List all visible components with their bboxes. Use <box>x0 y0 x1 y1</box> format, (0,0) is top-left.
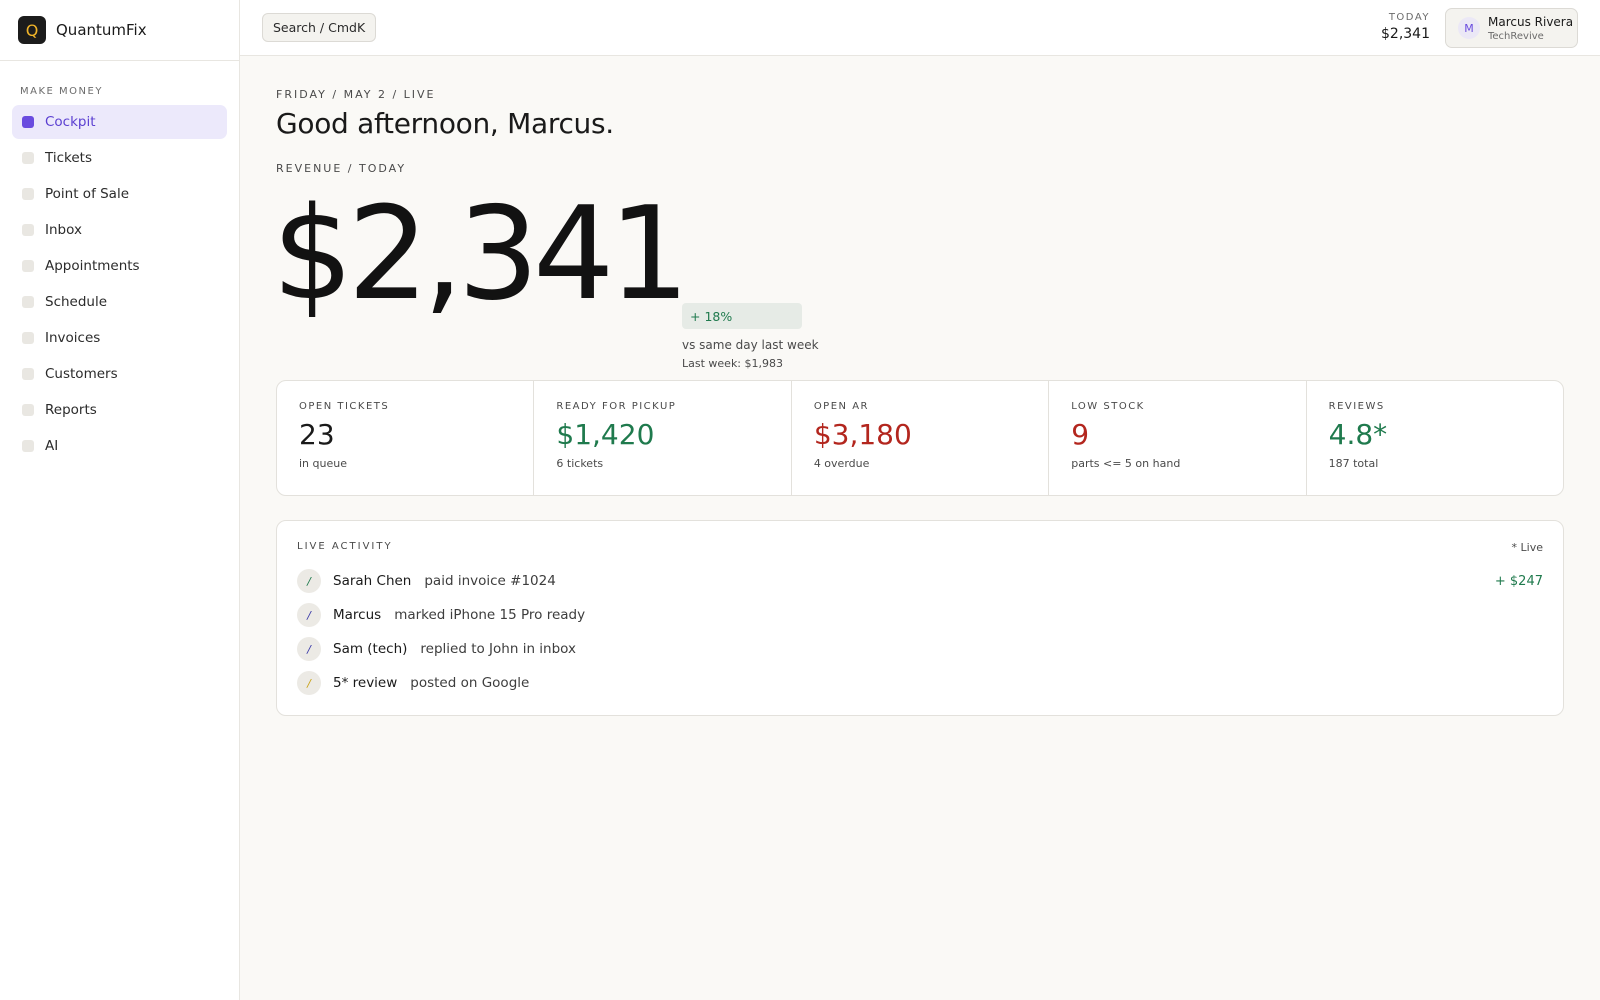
stat-label: REVIEWS <box>1328 401 1385 412</box>
stat-reviews[interactable]: REVIEWS 4.8* 187 total <box>1307 381 1563 495</box>
nav-square-icon <box>22 332 34 344</box>
stat-value: $1,420 <box>556 418 655 451</box>
sidebar-section-label: MAKE MONEY <box>20 86 103 97</box>
stat-sub: parts <= 5 on hand <box>1071 457 1181 470</box>
nav-square-icon <box>22 152 34 164</box>
sidebar-item-label: Inbox <box>45 222 82 238</box>
user-menu-button[interactable]: M Marcus Rivera TechRevive <box>1445 8 1578 48</box>
activity-title: LIVE ACTIVITY <box>297 541 393 552</box>
avatar: M <box>1458 17 1480 39</box>
nav-square-icon <box>22 404 34 416</box>
activity-row[interactable]: / 5* review posted on Google <box>297 666 1543 700</box>
activity-action: posted on Google <box>410 675 530 691</box>
sidebar-item-label: Invoices <box>45 330 101 346</box>
sidebar-item-customers[interactable]: Customers <box>12 357 227 391</box>
brand[interactable]: Q QuantumFix <box>0 0 239 61</box>
nav-square-icon <box>22 224 34 236</box>
stat-value: 4.8* <box>1328 418 1388 451</box>
today-label: TODAY <box>1388 12 1430 23</box>
activity-action: paid invoice #1024 <box>424 573 556 589</box>
sidebar-item-label: Cockpit <box>45 114 96 130</box>
sidebar-item-label: Point of Sale <box>45 186 130 202</box>
user-org: TechRevive <box>1488 30 1544 42</box>
revenue-delta-caption: vs same day last week <box>682 338 819 352</box>
sidebar-item-label: Appointments <box>45 258 140 274</box>
stat-open-tickets[interactable]: OPEN TICKETS 23 in queue <box>277 381 535 495</box>
revenue-delta-badge: + 18% <box>682 303 802 329</box>
reply-icon: / <box>297 637 321 661</box>
stat-value: 23 <box>299 418 335 451</box>
sidebar-item-tickets[interactable]: Tickets <box>12 141 227 175</box>
activity-list: / Sarah Chen paid invoice #1024 + $247 /… <box>297 564 1543 700</box>
stat-sub: 6 tickets <box>556 457 604 470</box>
ticket-ready-icon: / <box>297 603 321 627</box>
search-button[interactable]: Search / CmdK <box>262 13 377 42</box>
revenue-label: REVENUE / TODAY <box>276 162 407 175</box>
activity-action: marked iPhone 15 Pro ready <box>394 607 586 623</box>
app-logo-icon: Q <box>18 16 46 44</box>
sidebar-item-label: Reports <box>45 402 97 418</box>
sidebar: Q QuantumFix MAKE MONEY Cockpit Tickets … <box>0 0 240 1000</box>
nav-square-icon <box>22 260 34 272</box>
activity-actor: Sarah Chen <box>333 573 412 589</box>
activity-header: LIVE ACTIVITY * Live <box>297 541 1543 554</box>
sidebar-item-label: Tickets <box>45 150 92 166</box>
activity-action: replied to John in inbox <box>420 641 576 657</box>
stat-sub: 4 overdue <box>813 457 870 470</box>
sidebar-item-invoices[interactable]: Invoices <box>12 321 227 355</box>
sidebar-item-label: AI <box>45 438 59 454</box>
date-line: FRIDAY / MAY 2 / LIVE <box>276 88 436 101</box>
sidebar-item-label: Schedule <box>45 294 108 310</box>
sidebar-item-schedule[interactable]: Schedule <box>12 285 227 319</box>
activity-row[interactable]: / Marcus marked iPhone 15 Pro ready <box>297 598 1543 632</box>
stat-low-stock[interactable]: LOW STOCK 9 parts <= 5 on hand <box>1049 381 1307 495</box>
stat-label: READY FOR PICKUP <box>556 401 677 412</box>
sidebar-item-ai[interactable]: AI <box>12 429 227 463</box>
topbar: Search / CmdK TODAY $2,341 M Marcus Rive… <box>240 0 1600 56</box>
payment-icon: / <box>297 569 321 593</box>
page-title: Good afternoon, Marcus. <box>276 107 614 140</box>
activity-row[interactable]: / Sarah Chen paid invoice #1024 + $247 <box>297 564 1543 598</box>
revenue-hero: $2,341 + 18% vs same day last week Last … <box>272 175 1564 380</box>
stat-ready-for-pickup[interactable]: READY FOR PICKUP $1,420 6 tickets <box>534 381 792 495</box>
sidebar-item-cockpit[interactable]: Cockpit <box>12 105 227 139</box>
activity-actor: 5* review <box>333 675 398 691</box>
app-name: QuantumFix <box>56 21 147 39</box>
nav-square-icon <box>22 440 34 452</box>
nav-square-icon <box>22 116 34 128</box>
stat-sub: 187 total <box>1328 457 1379 470</box>
live-activity-panel: LIVE ACTIVITY * Live / Sarah Chen paid i… <box>276 520 1564 716</box>
nav-square-icon <box>22 296 34 308</box>
stat-label: OPEN TICKETS <box>299 401 390 412</box>
sidebar-item-inbox[interactable]: Inbox <box>12 213 227 247</box>
sidebar-nav: Cockpit Tickets Point of Sale Inbox Appo… <box>0 105 239 463</box>
nav-square-icon <box>22 368 34 380</box>
sidebar-item-reports[interactable]: Reports <box>12 393 227 427</box>
revenue-last-week: Last week: $1,983 <box>682 357 784 370</box>
today-value: $2,341 <box>1381 26 1430 42</box>
stat-value: 9 <box>1071 418 1090 451</box>
stat-open-ar[interactable]: OPEN AR $3,180 4 overdue <box>792 381 1050 495</box>
activity-row[interactable]: / Sam (tech) replied to John in inbox <box>297 632 1543 666</box>
stat-label: OPEN AR <box>813 401 869 412</box>
stat-sub: in queue <box>299 457 347 470</box>
activity-amount: + $247 <box>1494 573 1543 589</box>
user-info: Marcus Rivera TechRevive <box>1488 15 1573 42</box>
live-indicator: * Live <box>1511 541 1543 554</box>
stats-strip: OPEN TICKETS 23 in queue READY FOR PICKU… <box>276 380 1564 496</box>
stat-label: LOW STOCK <box>1071 401 1145 412</box>
user-name: Marcus Rivera <box>1488 14 1574 29</box>
today-summary: TODAY $2,341 <box>1381 12 1430 42</box>
stat-value: $3,180 <box>813 418 912 451</box>
sidebar-item-appointments[interactable]: Appointments <box>12 249 227 283</box>
activity-actor: Marcus <box>333 607 382 623</box>
main-content: FRIDAY / MAY 2 / LIVE Good afternoon, Ma… <box>272 56 1564 716</box>
revenue-value: $2,341 <box>272 180 690 329</box>
sidebar-item-label: Customers <box>45 366 118 382</box>
nav-square-icon <box>22 188 34 200</box>
activity-actor: Sam (tech) <box>333 641 408 657</box>
review-star-icon: / <box>297 671 321 695</box>
sidebar-item-point-of-sale[interactable]: Point of Sale <box>12 177 227 211</box>
